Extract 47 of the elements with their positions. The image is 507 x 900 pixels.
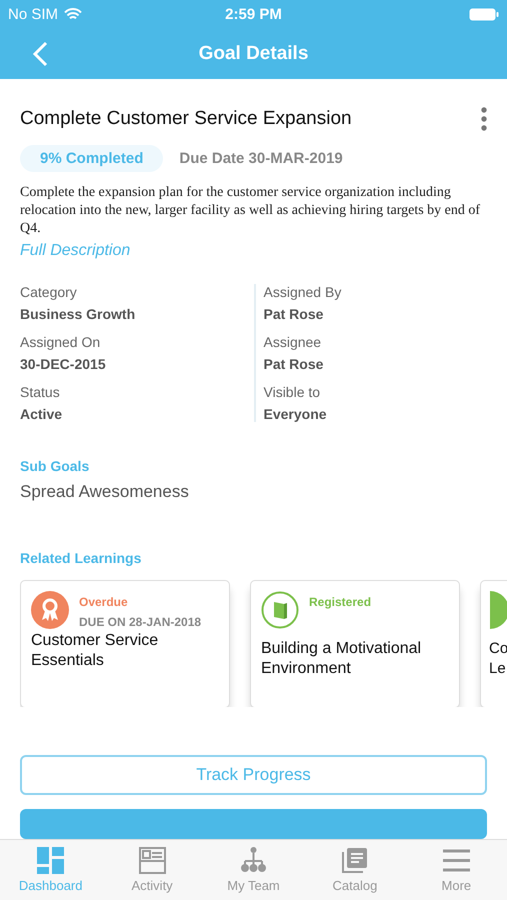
learning-card[interactable]: Overdue DUE ON 28-JAN-2018 Customer Service Essentials xyxy=(20,580,230,708)
detail-value: 30-DEC-2015 xyxy=(20,356,107,372)
carrier-label: No SIM xyxy=(8,6,58,22)
ribbon-award-icon xyxy=(31,591,69,629)
learning-due-date: DUE ON 28-JAN-2018 xyxy=(79,615,202,629)
more-options-icon[interactable] xyxy=(481,107,487,131)
battery-icon xyxy=(469,8,499,20)
learning-status: Overdue xyxy=(79,595,129,609)
activity-icon xyxy=(138,847,166,874)
learning-title: Customer Service Essentials xyxy=(31,631,160,671)
status-time: 2:59 PM xyxy=(225,6,282,22)
team-hierarchy-icon xyxy=(240,847,268,874)
detail-label: Category xyxy=(20,284,78,300)
goal-title: Complete Customer Service Expansion xyxy=(20,108,352,130)
track-progress-button[interactable]: Track Progress xyxy=(20,755,487,795)
detail-value: Active xyxy=(20,406,64,422)
catalog-icon xyxy=(341,847,368,874)
learning-title: Building a Motivational Environment xyxy=(261,639,422,679)
section-heading: Sub Goals xyxy=(20,458,90,474)
detail-label: Assigned On xyxy=(20,334,102,350)
page-title: Goal Details xyxy=(198,42,308,64)
detail-value: Pat Rose xyxy=(264,306,324,322)
tab-bar-item[interactable]: Activity xyxy=(101,840,203,900)
learning-status: Registered xyxy=(309,595,372,609)
section-heading: Related Learnings xyxy=(20,550,142,566)
tab-bar-item[interactable]: More xyxy=(406,840,507,900)
detail-label: Assignee xyxy=(264,334,322,350)
detail-label: Assigned By xyxy=(264,284,342,300)
goal-description: Complete the expansion plan for the customer service organization including relocation into the new, larger facility as well as achieving hiring targets by end of Q4. xyxy=(20,184,482,238)
detail-value: Pat Rose xyxy=(264,356,324,372)
book-icon xyxy=(261,591,299,629)
menu-icon xyxy=(442,847,470,874)
dashboard-icon xyxy=(37,847,64,874)
wifi-icon xyxy=(64,8,82,20)
due-date: Due Date 30-MAR-2019 xyxy=(179,150,343,167)
detail-label: Visible to xyxy=(264,384,322,400)
detail-value: Everyone xyxy=(264,406,328,422)
tab-bar-item[interactable]: My Team xyxy=(202,840,304,900)
back-chevron-icon[interactable] xyxy=(32,40,48,66)
detail-label: Status xyxy=(20,384,61,400)
progress-badge: 9% Completed xyxy=(20,145,164,172)
sub-goal-item[interactable]: Spread Awesomeness xyxy=(20,482,487,502)
full-description-link[interactable]: Full Description xyxy=(20,242,130,260)
learning-card[interactable]: Registered Building a Motivational Environment xyxy=(250,580,460,708)
tab-bar-item[interactable]: Catalog xyxy=(304,840,406,900)
tab-bar-item[interactable]: Dashboard xyxy=(0,840,102,900)
detail-value: Business Growth xyxy=(20,306,136,322)
